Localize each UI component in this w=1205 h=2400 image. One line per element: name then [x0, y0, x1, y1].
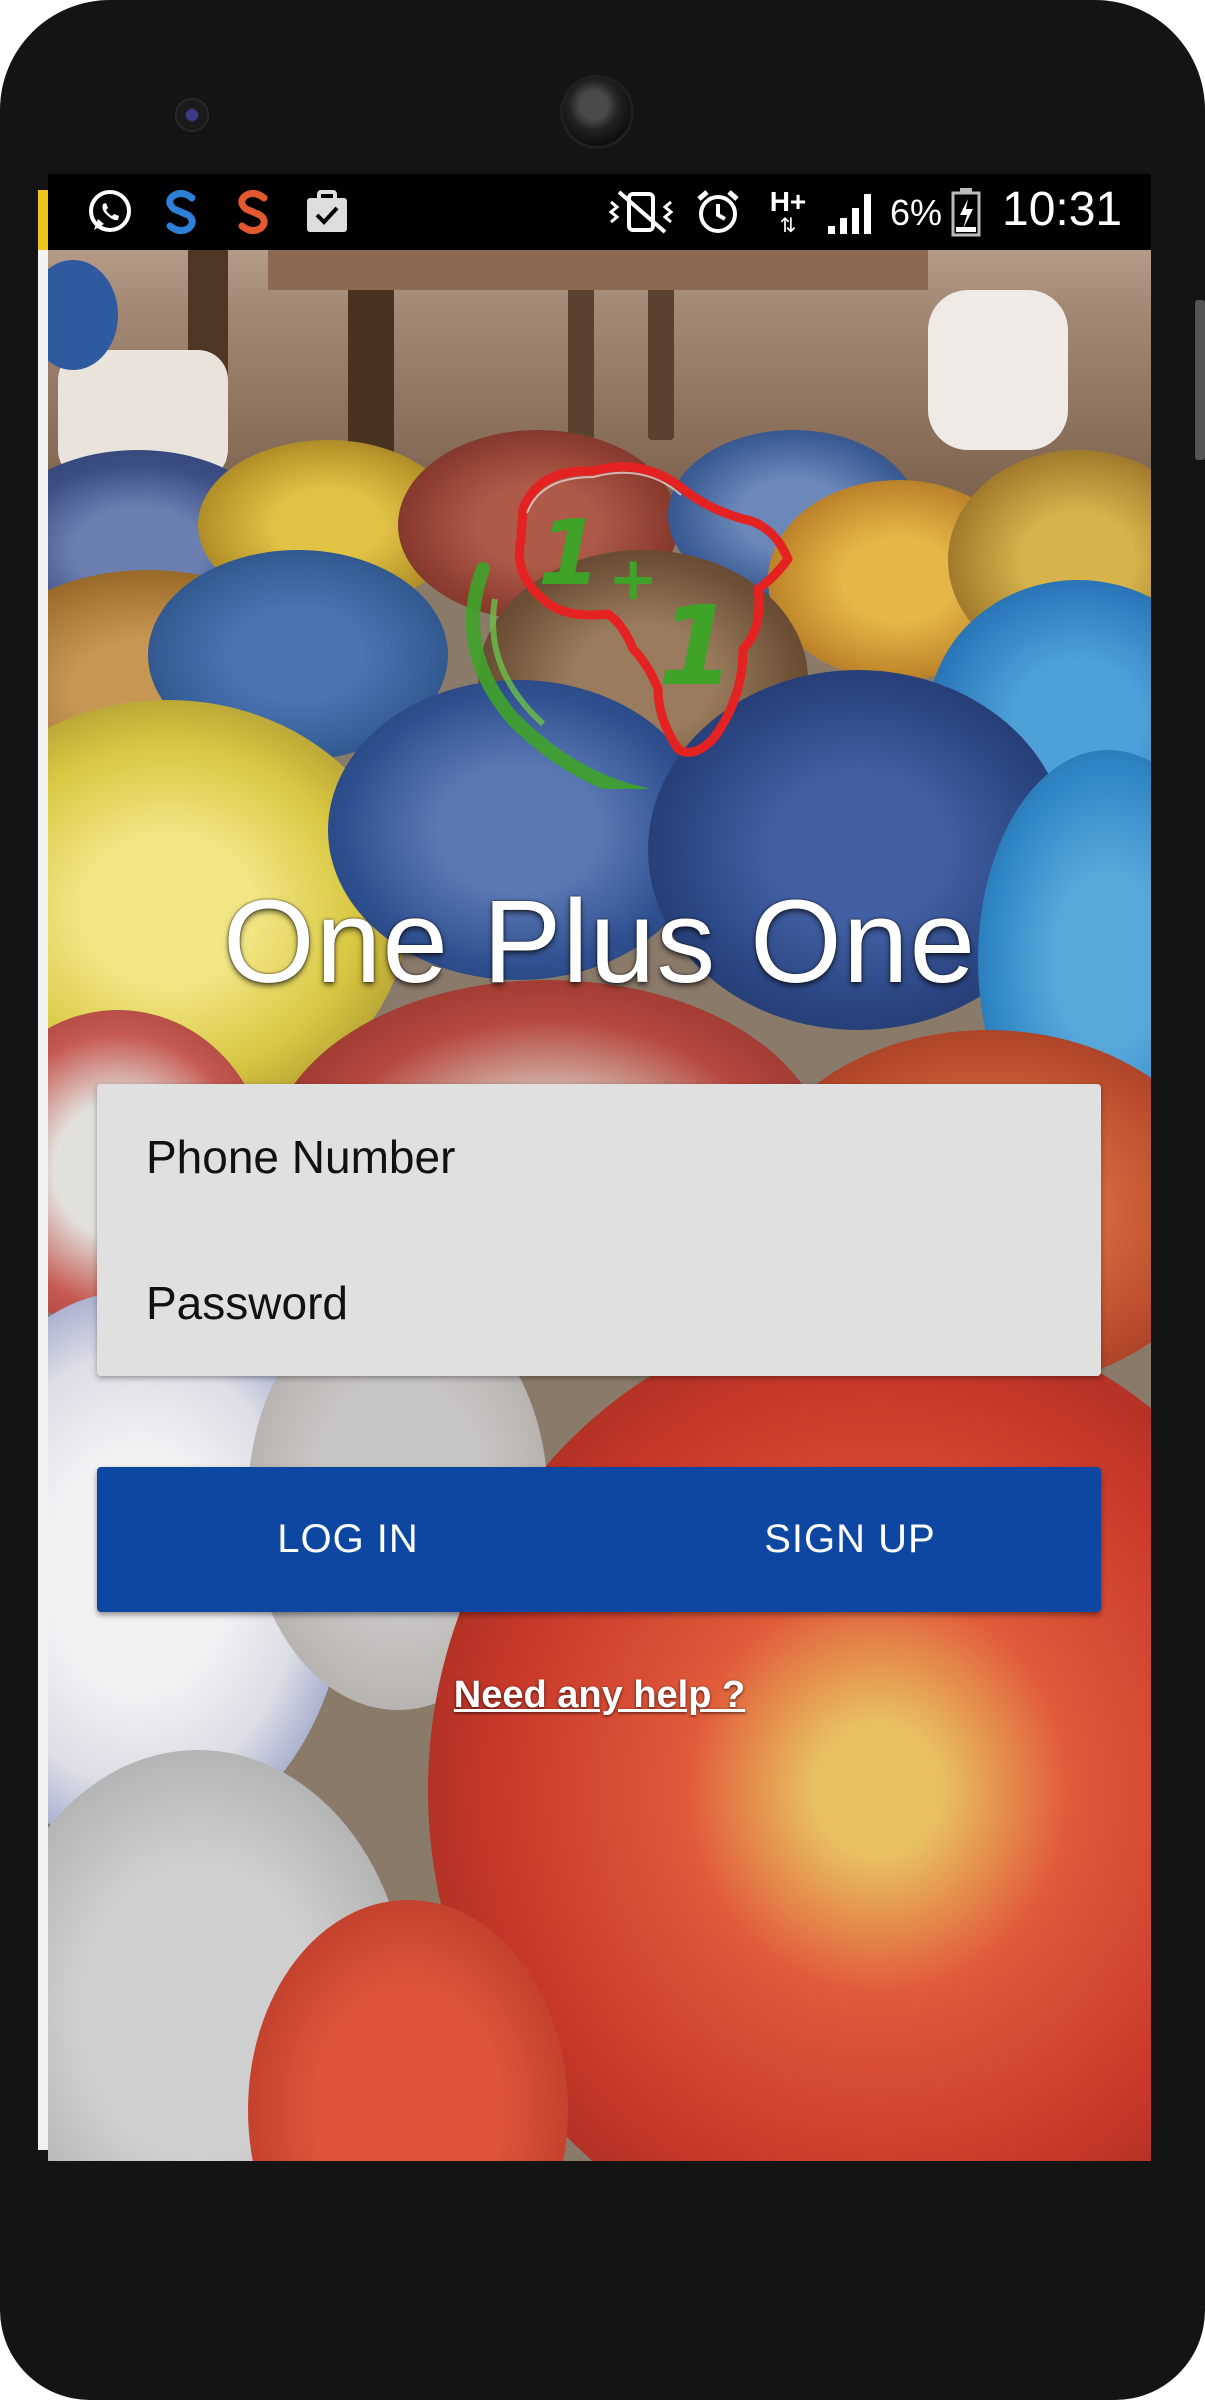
logo-text-one-top: 1 [538, 501, 601, 606]
help-link[interactable]: Need any help ? [48, 1674, 1151, 1717]
logo-text-plus: + [608, 544, 658, 614]
signup-button[interactable]: SIGN UP [599, 1467, 1101, 1612]
login-form: Phone Number Password [97, 1084, 1101, 1376]
signal-icon [822, 186, 882, 238]
phone-side-button [1195, 300, 1205, 460]
phone-number-field[interactable]: Phone Number [97, 1084, 1101, 1230]
alarm-icon [690, 186, 746, 238]
battery-icon [948, 186, 984, 238]
status-time: 10:31 [1002, 183, 1123, 236]
screen: H+ ⇅ 6% 10:31 1 + 1 One Plus One Phone N… [48, 174, 1151, 2161]
status-bar: H+ ⇅ 6% 10:31 [48, 174, 1151, 250]
logo-text-one-bottom: 1 [658, 582, 735, 710]
login-button[interactable]: LOG IN [97, 1467, 599, 1612]
skype-orange-icon [226, 186, 282, 238]
front-camera [175, 98, 209, 132]
auth-button-bar: LOG IN SIGN UP [97, 1467, 1101, 1612]
phone-frame: H+ ⇅ 6% 10:31 1 + 1 One Plus One Phone N… [0, 0, 1205, 2400]
whatsapp-icon [82, 186, 138, 238]
earpiece-speaker [563, 78, 631, 146]
vibrate-icon [606, 186, 678, 238]
password-field[interactable]: Password [97, 1230, 1101, 1376]
clipboard-check-icon [300, 186, 354, 238]
data-arrows: ⇅ [779, 215, 797, 237]
screen-edge-accent [38, 190, 48, 250]
network-type-label: H+ [769, 186, 807, 217]
network-hplus-icon: H+ ⇅ [760, 186, 816, 238]
screen-edge [38, 190, 48, 2150]
africa-1plus1-logo: 1 + 1 [443, 449, 843, 801]
skype-blue-icon [154, 186, 210, 238]
battery-percent: 6% [890, 192, 943, 233]
app-title: One Plus One [222, 876, 977, 1008]
